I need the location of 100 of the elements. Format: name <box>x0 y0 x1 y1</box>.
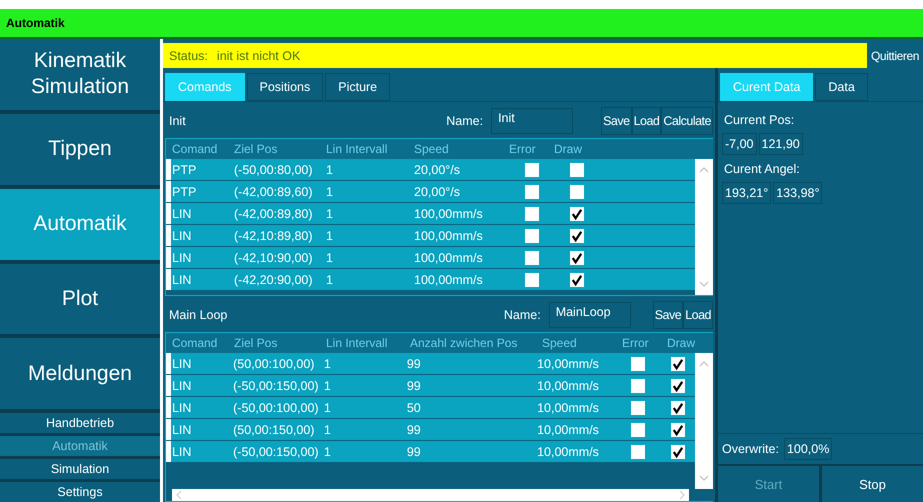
table-cell-text: LIN <box>172 356 192 370</box>
draw-checkbox[interactable] <box>570 162 584 176</box>
table-cell-text: 10,00mm/s <box>537 378 600 392</box>
error-checkbox[interactable] <box>631 400 646 414</box>
value-field: 133,98° <box>773 182 822 204</box>
chevron-down-icon[interactable] <box>699 281 709 287</box>
table-cell-text: (50,00:100,00) <box>233 356 316 370</box>
column-header: Error <box>509 142 537 156</box>
table-cell-text: 1 <box>324 378 332 392</box>
window-title: Automatik <box>6 16 65 30</box>
table-cell-text: 1 <box>326 206 334 220</box>
table-cell-text: LIN <box>172 228 192 242</box>
table-cell-text: 100,00mm/s <box>414 228 484 242</box>
error-checkbox[interactable] <box>631 444 646 458</box>
chevron-up-icon[interactable] <box>699 361 709 367</box>
table-cell-text: (-50,00:150,00) <box>233 378 320 392</box>
nav-item[interactable]: Plot <box>0 264 160 336</box>
overwrite-label: Overwrite: <box>722 442 779 456</box>
table-cell-text: LIN <box>172 422 192 436</box>
table-cell-text: 1 <box>326 162 334 176</box>
tab[interactable]: Data <box>815 73 868 101</box>
section-title: Init <box>168 114 187 128</box>
nav-item[interactable]: Meldungen <box>0 338 160 410</box>
table-cell-text: 99 <box>406 422 422 436</box>
draw-checkbox[interactable] <box>670 400 685 414</box>
chevron-up-icon[interactable] <box>699 167 709 173</box>
error-checkbox[interactable] <box>524 184 538 198</box>
column-header: Lin Intervall <box>326 336 388 350</box>
error-checkbox[interactable] <box>524 206 538 220</box>
scrollbar[interactable] <box>695 353 713 489</box>
table-cell-text: 1 <box>326 228 334 242</box>
error-checkbox[interactable] <box>631 356 646 370</box>
draw-checkbox[interactable] <box>670 378 685 392</box>
value-field: 193,21° <box>722 182 772 204</box>
section-button[interactable]: Calculate <box>661 107 713 135</box>
draw-checkbox[interactable] <box>570 272 584 286</box>
draw-checkbox[interactable] <box>670 444 685 458</box>
error-checkbox[interactable] <box>524 228 538 242</box>
chevron-right-icon[interactable] <box>679 490 685 500</box>
table-cell-text: 1 <box>324 444 332 458</box>
error-checkbox[interactable] <box>524 162 538 176</box>
table-cell-text: 100,00mm/s <box>414 272 484 286</box>
scrollbar[interactable] <box>172 489 689 501</box>
status-text: init ist nicht OK <box>216 48 300 62</box>
column-header: Lin Intervall <box>326 142 388 156</box>
draw-checkbox[interactable] <box>670 422 685 436</box>
error-checkbox[interactable] <box>524 250 538 264</box>
table-cell-text: LIN <box>172 400 192 414</box>
draw-checkbox[interactable] <box>570 250 584 264</box>
draw-checkbox[interactable] <box>670 356 685 370</box>
table-cell-text: (-42,00:89,80) <box>234 206 314 220</box>
error-checkbox[interactable] <box>631 378 646 392</box>
table-cell-text: 99 <box>406 378 422 392</box>
table-cell-text: 100,00mm/s <box>414 250 484 264</box>
table-cell-text: (-42,00:89,60) <box>234 184 314 198</box>
draw-checkbox[interactable] <box>570 184 584 198</box>
tab[interactable]: Positions <box>246 73 324 101</box>
table-cell-text: (-42,10:89,80) <box>234 228 314 242</box>
column-header: Ziel Pos <box>234 336 278 350</box>
nav-item[interactable]: Tippen <box>0 114 160 186</box>
table-cell-text: PTP <box>172 184 198 198</box>
table-cell-text: 10,00mm/s <box>537 422 600 436</box>
name-field[interactable]: Init <box>491 108 574 134</box>
table-cell-text: 1 <box>324 400 332 414</box>
tab[interactable]: Picture <box>325 73 390 101</box>
chevron-left-icon[interactable] <box>176 490 182 500</box>
draw-checkbox[interactable] <box>570 228 584 242</box>
value-field: -7,00 <box>722 133 756 155</box>
nav-subitem[interactable]: Simulation <box>0 459 160 480</box>
table-cell-text: 1 <box>326 272 334 286</box>
overwrite-field[interactable]: 100,0% <box>784 438 832 460</box>
table-cell-text: 1 <box>326 250 334 264</box>
column-header: Ziel Pos <box>234 142 278 156</box>
table-cell-text: 10,00mm/s <box>537 444 600 458</box>
nav-subitem[interactable]: Handbetrieb <box>0 413 160 434</box>
table-cell-text: (50,00:150,00) <box>233 422 316 436</box>
nav-item[interactable]: Kinematik Simulation <box>0 39 160 111</box>
table-cell-text: (-42,10:90,00) <box>234 250 314 264</box>
column-header: Comand <box>172 142 218 156</box>
section-button[interactable]: Save <box>652 301 684 329</box>
value-field: 121,90 <box>758 133 803 155</box>
nav-subitem[interactable]: Settings <box>0 482 160 502</box>
name-field[interactable]: MainLoop <box>548 302 631 328</box>
draw-checkbox[interactable] <box>570 206 584 220</box>
scrollbar[interactable] <box>695 159 713 295</box>
column-header: Anzahl zwichen Pos <box>410 336 518 350</box>
action-button[interactable]: Stop <box>822 466 923 502</box>
section-button[interactable]: Load <box>683 301 713 329</box>
error-checkbox[interactable] <box>524 272 538 286</box>
column-header: Speed <box>414 142 450 156</box>
name-label: Name: <box>446 114 484 128</box>
error-checkbox[interactable] <box>631 422 646 436</box>
section-button[interactable]: Save <box>601 107 632 135</box>
section-title: Main Loop <box>168 308 228 322</box>
table-cell-text: 50 <box>406 400 422 414</box>
table-cell-text: (-50,00:100,00) <box>233 400 320 414</box>
table-cell-text: 100,00mm/s <box>414 206 484 220</box>
chevron-down-icon[interactable] <box>699 475 709 481</box>
table-cell-text: LIN <box>172 444 192 458</box>
section-button[interactable]: Load <box>632 107 662 135</box>
